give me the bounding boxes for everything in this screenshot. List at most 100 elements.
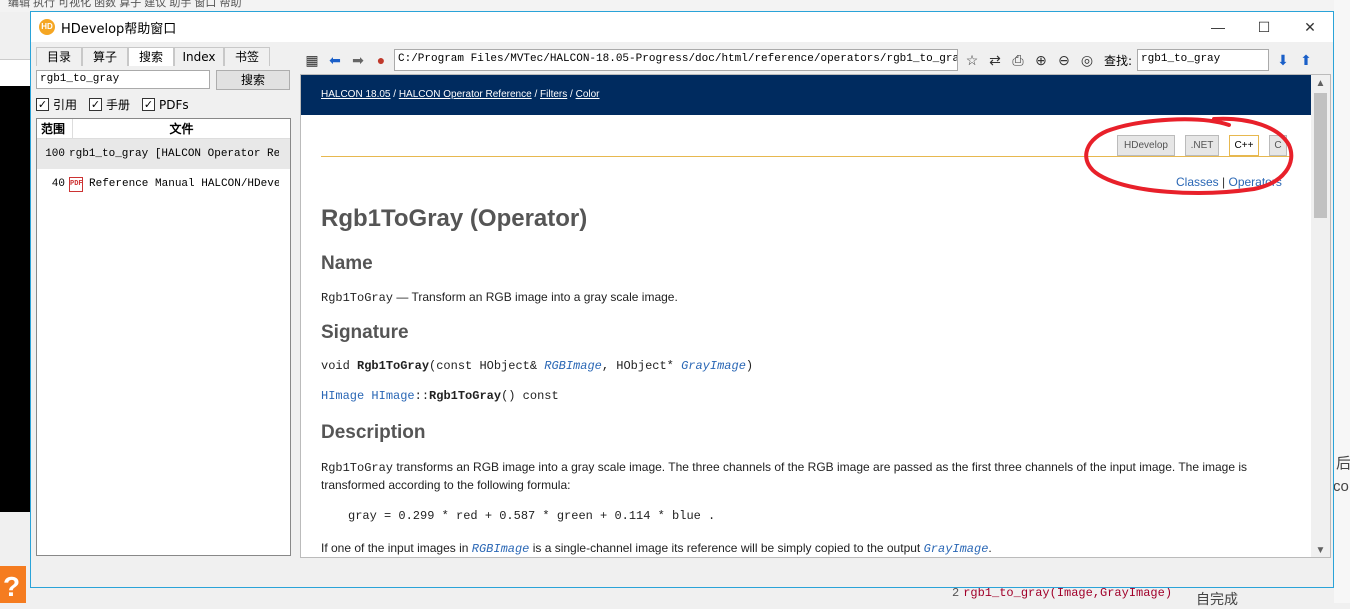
code-text: rgb1_to_gray(Image,GrayImage) [963,586,1173,600]
background-right-text: 后 [1336,455,1350,472]
description-text: is a single-channel image its reference … [529,541,924,555]
tab-contents[interactable]: 目录 [36,47,82,66]
breadcrumb-link[interactable]: Filters [540,89,567,100]
param-link[interactable]: RGBImage [544,359,602,373]
column-header-scope[interactable]: 范围 [37,119,73,138]
checkbox-manuals[interactable]: ✓ 手册 [89,96,130,113]
operator-name: Rgb1ToGray [321,461,394,475]
tab-operators[interactable]: 算子 [82,47,128,66]
formula: gray = 0.299 * red + 0.587 * green + 0.1… [348,509,716,523]
checkbox-pdfs[interactable]: ✓ PDFs [142,96,189,113]
tab-search[interactable]: 搜索 [128,47,174,66]
close-button[interactable]: ✕ [1287,12,1333,42]
red-annotation-circle [1084,116,1294,195]
section-heading-name: Name [321,253,373,274]
help-window: HD HDevelop帮助窗口 — ☐ ✕ 目录 算子 搜索 Index 书签 … [30,11,1334,588]
param-link[interactable]: GrayImage [681,359,746,373]
browser-toolbar: ▦ ⬅ ➡ ● C:/Program Files/MVTec/HALCON-18… [302,47,1330,73]
toc-icon[interactable]: ▦ [302,50,322,70]
type-link[interactable]: HImage [371,389,414,403]
find-input[interactable]: rgb1_to_gray [1137,49,1270,71]
background-code-line: 2 rgb1_to_gray(Image,GrayImage) [952,586,1172,600]
description-paragraph-2: If one of the input images in RGBImage i… [321,540,1291,557]
minimize-button[interactable]: — [1195,12,1241,42]
zoom-in-icon[interactable]: ⊕ [1031,50,1051,70]
vertical-scrollbar[interactable]: ▲ ▼ [1311,75,1330,557]
scroll-up-icon[interactable]: ▲ [1311,75,1330,92]
checkbox-label: 引用 [53,98,78,112]
background-status-text: 自完成 [1196,591,1238,607]
app-icon: HD [39,19,55,35]
sig-function: Rgb1ToGray [357,359,430,373]
tab-bar: 目录 算子 搜索 Index 书签 [36,47,291,66]
scroll-thumb[interactable] [1314,93,1327,218]
sig-text: (const HObject& [429,359,545,373]
checkbox-check-icon: ✓ [36,98,49,111]
result-title: Reference Manual HALCON/HDeve… [89,178,279,190]
sig-function: Rgb1ToGray [429,389,502,403]
find-next-icon[interactable]: ⬇ [1273,50,1293,70]
section-heading-signature: Signature [321,322,409,343]
scroll-down-icon[interactable]: ▼ [1311,542,1330,557]
back-arrow-icon[interactable]: ⬅ [325,50,345,70]
name-description: — Transform an RGB image into a gray sca… [393,290,678,304]
find-label: 查找: [1104,53,1133,68]
line-number: 2 [952,586,960,600]
result-score: 100 [45,148,65,160]
title-bar[interactable]: HD HDevelop帮助窗口 — ☐ ✕ [31,12,1333,42]
background-right-text: co [1333,478,1349,495]
page-title: Rgb1ToGray (Operator) [321,205,588,232]
breadcrumb: HALCON 18.05 / HALCON Operator Reference… [321,89,600,100]
document-view: HALCON 18.05 / HALCON Operator Reference… [300,74,1331,558]
description-paragraph: Rgb1ToGray transforms an RGB image into … [321,459,1291,494]
breadcrumb-link[interactable]: HALCON 18.05 [321,89,390,100]
sig-text: , HObject* [601,359,682,373]
tab-bookmarks[interactable]: 书签 [224,47,270,66]
description-text: transforms an RGB image into a gray scal… [321,460,1248,492]
maximize-button[interactable]: ☐ [1241,12,1287,42]
sig-text: ) [745,359,754,373]
breadcrumb-link[interactable]: HALCON Operator Reference [399,89,532,100]
zoom-out-icon[interactable]: ⊖ [1054,50,1074,70]
background-menu-text: 编辑 执行 可视化 函数 算子 建议 助手 窗口 帮助 [8,0,242,9]
print-icon[interactable]: ⎙ [1008,50,1028,70]
checkbox-label: 手册 [106,98,131,112]
signature-line-2: HImage HImage::Rgb1ToGray() const [321,388,1291,405]
list-item[interactable]: 100 rgb1_to_gray [HALCON Operator Ref… [37,139,290,169]
star-bookmark-icon[interactable]: ☆ [962,50,982,70]
doc-content: Rgb1ToGray (Operator) Name Rgb1ToGray — … [321,199,1291,557]
background-toolbar [0,12,30,60]
doc-header: HALCON 18.05 / HALCON Operator Reference… [301,75,1311,115]
param-link[interactable]: RGBImage [472,542,530,556]
background-right-panel [1334,0,1350,603]
window-title: HDevelop帮助窗口 [61,21,177,37]
param-link[interactable]: GrayImage [924,542,989,556]
find-previous-icon[interactable]: ⬆ [1296,50,1316,70]
signature-line-1: void Rgb1ToGray(const HObject& RGBImage,… [321,358,1291,375]
sync-icon[interactable]: ⇄ [985,50,1005,70]
sig-text: () const [501,389,559,403]
tab-index[interactable]: Index [174,47,224,66]
forward-arrow-icon[interactable]: ➡ [348,50,368,70]
home-icon[interactable]: ● [371,50,391,70]
address-input[interactable]: C:/Program Files/MVTec/HALCON-18.05-Prog… [394,49,958,71]
zoom-reset-icon[interactable]: ◎ [1077,50,1097,70]
background-help-icon: ? [0,566,26,603]
section-heading-description: Description [321,422,426,443]
checkbox-label: PDFs [159,97,189,112]
result-title: rgb1_to_gray [HALCON Operator Ref… [69,148,279,160]
checkbox-check-icon: ✓ [142,98,156,111]
search-row: rgb1_to_gray 搜索 [36,70,291,90]
search-options: ✓ 引用 ✓ 手册 ✓ PDFs [36,96,189,113]
description-text: . [988,541,992,555]
results-header: 范围 文件 [37,119,290,139]
checkbox-references[interactable]: ✓ 引用 [36,96,77,113]
search-button[interactable]: 搜索 [216,70,290,90]
column-header-file[interactable]: 文件 [73,119,290,138]
name-paragraph: Rgb1ToGray — Transform an RGB image into… [321,289,1291,307]
list-item[interactable]: 40 PDF Reference Manual HALCON/HDeve… [37,169,290,199]
search-input[interactable]: rgb1_to_gray [36,70,210,89]
type-link[interactable]: HImage [321,389,364,403]
sig-text: :: [414,389,430,403]
breadcrumb-link[interactable]: Color [576,89,600,100]
